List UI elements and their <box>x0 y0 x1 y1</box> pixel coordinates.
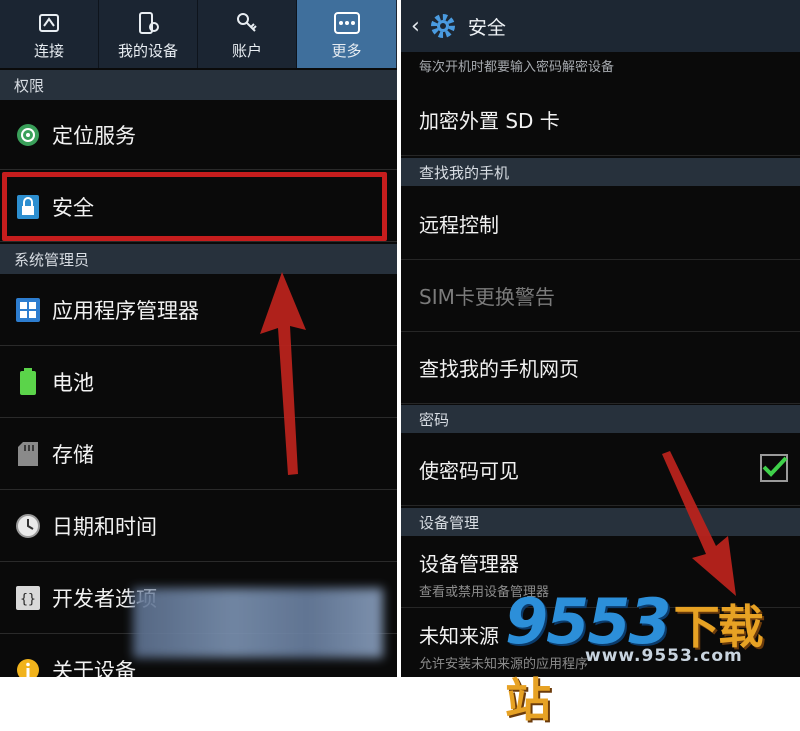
remote-control-item[interactable]: 远程控制 <box>401 188 800 260</box>
code-braces-icon: {} <box>15 585 41 611</box>
tab-my-device[interactable]: 我的设备 <box>99 0 198 68</box>
location-label: 定位服务 <box>52 123 136 148</box>
remote-control-label: 远程控制 <box>419 213 499 237</box>
gear-icon[interactable] <box>426 9 460 43</box>
tab-more[interactable]: 更多 <box>297 0 396 68</box>
svg-text:{}: {} <box>20 592 36 607</box>
right-screen: ‹ 安全 每次开机时都要输入密码解密设备 加密外置 SD 卡 查找我的手机 远程… <box>401 0 800 677</box>
tab-accounts[interactable]: 账户 <box>198 0 297 68</box>
tab-label: 我的设备 <box>117 42 178 60</box>
battery-label: 电池 <box>52 370 94 395</box>
annotation-arrow-down <box>662 451 736 596</box>
annotation-arrow-up <box>260 272 306 475</box>
section-password: 密码 <box>401 405 800 433</box>
connect-icon <box>34 10 64 36</box>
app-manager-label: 应用程序管理器 <box>52 298 199 323</box>
sim-change-alert-label: SIM卡更换警告 <box>419 285 555 309</box>
battery-icon <box>15 367 41 395</box>
battery-item[interactable]: 电池 <box>0 346 397 418</box>
watermark-url: www.9553.com <box>585 646 743 666</box>
show-password-checkbox[interactable] <box>760 454 788 482</box>
left-screen: 连接 我的设备 账户 更多 权限 定位服务 安全 系统管理员 应用程序管理器 电… <box>0 0 397 677</box>
sd-card-icon <box>15 441 41 467</box>
encryption-hint: 每次开机时都要输入密码解密设备 <box>419 60 615 75</box>
device-icon <box>133 10 163 36</box>
date-time-item[interactable]: 日期和时间 <box>0 490 397 562</box>
watermark-logo: 9553下载站 www.9553.com <box>505 585 800 727</box>
about-device-label: 关于设备 <box>52 659 136 677</box>
section-system-admin: 系统管理员 <box>0 244 397 274</box>
encrypt-sd-item[interactable]: 加密外置 SD 卡 <box>401 84 800 156</box>
section-find-my-phone: 查找我的手机 <box>401 158 800 186</box>
security-header: ‹ 安全 <box>401 0 800 52</box>
find-my-mobile-web-item[interactable]: 查找我的手机网页 <box>401 332 800 404</box>
section-permissions: 权限 <box>0 70 397 100</box>
grid-icon <box>15 297 41 323</box>
tab-label: 更多 <box>331 42 362 60</box>
more-icon <box>332 10 362 36</box>
location-services-item[interactable]: 定位服务 <box>0 100 397 170</box>
tab-label: 账户 <box>231 42 262 60</box>
info-icon <box>15 657 41 677</box>
location-icon <box>15 122 41 148</box>
storage-label: 存储 <box>52 442 94 467</box>
security-highlight-box <box>2 172 387 241</box>
blurred-overlay <box>133 588 383 658</box>
app-manager-item[interactable]: 应用程序管理器 <box>0 274 397 346</box>
date-time-label: 日期和时间 <box>52 514 157 539</box>
key-icon <box>232 10 262 36</box>
back-chevron-icon[interactable]: ‹ <box>411 14 420 39</box>
show-password-label: 使密码可见 <box>419 459 519 483</box>
storage-item[interactable]: 存储 <box>0 418 397 490</box>
tab-bar: 连接 我的设备 账户 更多 <box>0 0 397 68</box>
page-title: 安全 <box>467 16 506 39</box>
find-my-mobile-web-label: 查找我的手机网页 <box>419 357 579 381</box>
sim-change-alert-item[interactable]: SIM卡更换警告 <box>401 260 800 332</box>
clock-icon <box>15 513 41 539</box>
tab-label: 连接 <box>33 42 64 60</box>
tab-connections[interactable]: 连接 <box>0 0 99 68</box>
encrypt-sd-label: 加密外置 SD 卡 <box>419 109 560 133</box>
checkmark-icon <box>762 456 788 477</box>
